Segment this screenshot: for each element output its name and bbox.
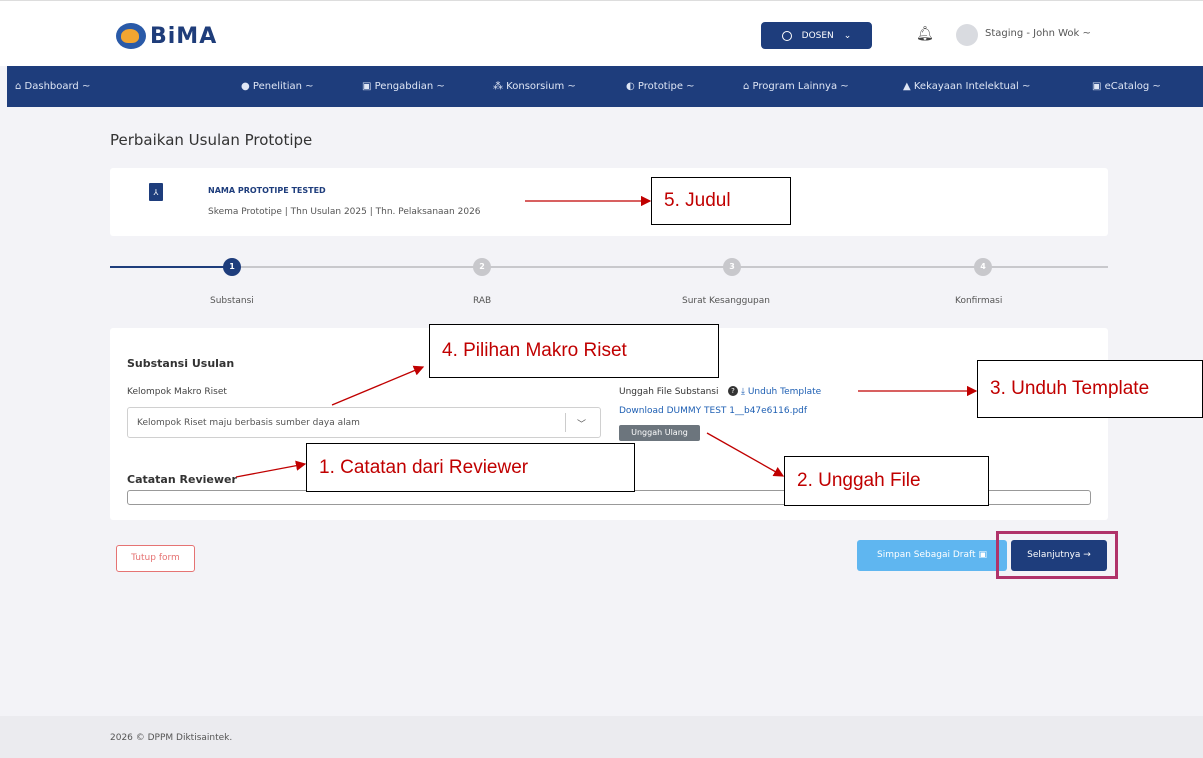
step-1-dot[interactable]: 1 xyxy=(223,258,241,276)
step-4-dot[interactable]: 4 xyxy=(974,258,992,276)
nav-prototipe[interactable]: ◐ Prototipe ~ xyxy=(626,81,695,92)
reviewer-notes-label: Catatan Reviewer xyxy=(127,473,237,486)
page-title: Perbaikan Usulan Prototipe xyxy=(110,131,313,149)
step-2-dot[interactable]: 2 xyxy=(473,258,491,276)
avatar[interactable] xyxy=(956,24,978,46)
annotation-unggah-file: 2. Unggah File xyxy=(784,456,989,506)
section-title: Substansi Usulan xyxy=(127,357,235,370)
makro-riset-label: Kelompok Makro Riset xyxy=(127,387,227,397)
save-draft-button[interactable]: Simpan Sebagai Draft ▣ xyxy=(857,540,1007,571)
makro-riset-value[interactable]: Kelompok Riset maju berbasis sumber daya… xyxy=(137,418,360,428)
role-label: DOSEN xyxy=(801,30,834,41)
step-3-dot[interactable]: 3 xyxy=(723,258,741,276)
nav-konsorsium[interactable]: ⁂ Konsorsium ~ xyxy=(493,81,576,92)
annotation-catatan-reviewer: 1. Catatan dari Reviewer xyxy=(306,443,635,492)
role-dropdown-button[interactable]: DOSEN ⌄ xyxy=(761,22,872,49)
save-icon: ▣ xyxy=(978,550,987,560)
nav-penelitian[interactable]: ● Penelitian ~ xyxy=(241,81,314,92)
download-template-link[interactable]: ⤓ Unduh Template xyxy=(741,387,821,397)
step-4-label: Konfirmasi xyxy=(955,296,1003,306)
logo-icon xyxy=(116,23,146,49)
logo-text: BiMA xyxy=(150,23,218,49)
download-icon: ⤓ xyxy=(741,387,748,397)
help-icon[interactable]: ? xyxy=(728,386,738,396)
annotation-unduh-template: 3. Unduh Template xyxy=(977,360,1203,418)
user-circle-icon xyxy=(781,30,792,41)
nav-ecatalog[interactable]: ▣ eCatalog ~ xyxy=(1092,81,1161,92)
stepper-progress-line xyxy=(110,266,233,268)
bima-logo[interactable]: BiMA xyxy=(116,22,217,50)
prototype-name: NAMA PROTOTIPE TESTED xyxy=(208,186,326,195)
uploaded-file-link[interactable]: Download DUMMY TEST 1__b47e6116.pdf xyxy=(619,406,807,416)
bell-icon[interactable]: 🔔︎ xyxy=(916,26,934,42)
step-2-label: RAB xyxy=(473,296,492,306)
next-button[interactable]: Selanjutnya → xyxy=(1011,540,1107,571)
main-nav: ⌂ Dashboard ~ ● Penelitian ~ ▣ Pengabdia… xyxy=(7,66,1203,107)
prototype-meta: Skema Prototipe | Thn Usulan 2025 | Thn.… xyxy=(208,207,481,217)
user-menu[interactable]: Staging - John Wok ~ xyxy=(985,28,1091,39)
download-template-label: Unduh Template xyxy=(747,387,822,397)
annotation-pilihan-makro-riset: 4. Pilihan Makro Riset xyxy=(429,324,719,378)
nav-pengabdian[interactable]: ▣ Pengabdian ~ xyxy=(362,81,445,92)
select-separator xyxy=(565,413,566,432)
chevron-down-icon: ⌄ xyxy=(843,30,852,41)
footer-copyright: 2026 © DPPM Diktisaintek. xyxy=(110,733,233,743)
annotation-judul: 5. Judul xyxy=(651,177,791,225)
pdf-icon: ⅄ xyxy=(149,183,163,201)
chevron-down-icon[interactable]: ﹀ xyxy=(577,417,586,430)
upload-substansi-label: Unggah File Substansi xyxy=(619,387,719,397)
nav-kekayaan-intelektual[interactable]: ▲ Kekayaan Intelektual ~ xyxy=(903,81,1030,92)
reupload-button[interactable]: Unggah Ulang xyxy=(619,425,700,441)
nav-program-lainnya[interactable]: ⌂ Program Lainnya ~ xyxy=(743,81,849,92)
save-draft-label: Simpan Sebagai Draft xyxy=(877,550,976,560)
step-1-label: Substansi xyxy=(210,296,254,306)
proposal-card xyxy=(110,168,1108,236)
step-3-label: Surat Kesanggupan xyxy=(682,296,770,306)
nav-dashboard[interactable]: ⌂ Dashboard ~ xyxy=(15,81,90,92)
close-form-button[interactable]: Tutup form xyxy=(116,545,195,572)
